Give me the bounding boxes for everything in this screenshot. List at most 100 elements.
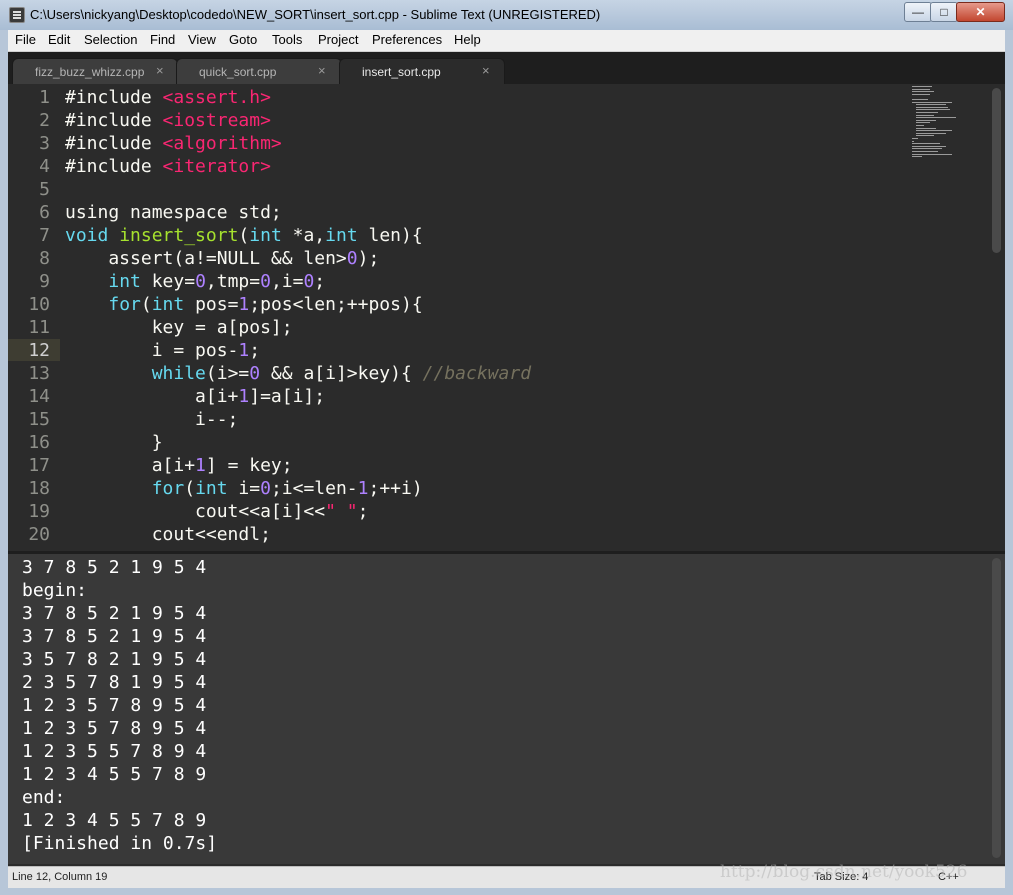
tab-bar: fizz_buzz_whizz.cpp × quick_sort.cpp × i…	[8, 52, 1005, 85]
tab-close-icon[interactable]: ×	[156, 63, 164, 78]
output-line: 3 7 8 5 2 1 9 5 4	[22, 603, 207, 624]
window-frame-left	[0, 30, 8, 888]
window-frame-bottom	[0, 888, 1013, 895]
window-title: C:\Users\nickyang\Desktop\codedo\NEW_SOR…	[30, 7, 601, 22]
output-scrollbar-thumb[interactable]	[992, 558, 1001, 858]
code-line: cout<<a[i]<<" ";	[65, 501, 369, 522]
minimap-line	[912, 88, 930, 90]
line-number: 8	[39, 248, 50, 269]
code-line: while(i>=0 && a[i]>key){ //backward	[151, 363, 532, 384]
minimap-line	[912, 145, 946, 147]
line-number: 7	[39, 225, 50, 246]
minimap-line	[912, 143, 940, 145]
line-number-current: 12	[28, 340, 50, 361]
output-line: begin:	[22, 580, 88, 601]
line-number: 10	[28, 294, 50, 315]
build-output-panel[interactable]: 3 7 8 5 2 1 9 5 4 begin: 3 7 8 5 2 1 9 5…	[8, 554, 1005, 864]
tab-label: quick_sort.cpp	[199, 65, 277, 79]
output-line: 3 7 8 5 2 1 9 5 4	[22, 626, 207, 647]
code-line: cout<<endl;	[65, 524, 271, 545]
code-line: a[i+1] = key;	[65, 455, 293, 476]
code-line: for(int i=0;i<=len-1;++i)	[151, 478, 423, 499]
line-number: 5	[39, 179, 50, 200]
minimap-line	[916, 135, 934, 137]
line-number: 13	[28, 363, 50, 384]
editor-scrollbar-thumb[interactable]	[992, 88, 1001, 253]
tab-close-icon[interactable]: ×	[318, 63, 326, 78]
minimap[interactable]	[912, 86, 974, 166]
minimap-line	[912, 91, 934, 93]
output-line: 1 2 3 5 7 8 9 5 4	[22, 695, 207, 716]
line-number: 20	[28, 524, 50, 545]
minimap-line	[916, 104, 946, 106]
minimap-line	[912, 93, 930, 95]
tab-insert-sort[interactable]: insert_sort.cpp ×	[339, 58, 505, 85]
menu-project[interactable]: Project	[318, 32, 358, 47]
maximize-button[interactable]: □	[930, 2, 958, 22]
menu-bar: File Edit Selection Find View Goto Tools…	[8, 30, 1005, 52]
output-line: end:	[22, 787, 66, 808]
tab-label: insert_sort.cpp	[362, 65, 441, 79]
output-line: 1 2 3 5 5 7 8 9 4	[22, 741, 207, 762]
menu-edit[interactable]: Edit	[48, 32, 70, 47]
minimap-line	[912, 151, 938, 152]
menu-find[interactable]: Find	[150, 32, 175, 47]
tab-fizz-buzz-whizz[interactable]: fizz_buzz_whizz.cpp ×	[12, 58, 178, 85]
line-number: 19	[28, 501, 50, 522]
window-frame-right	[1005, 30, 1013, 888]
cursor-position: Line 12, Column 19	[12, 871, 108, 883]
code-line: using namespace std;	[65, 202, 282, 223]
code-line: #include <assert.h>	[65, 87, 271, 108]
minimap-line	[916, 119, 936, 121]
minimap-line	[912, 138, 918, 139]
menu-preferences[interactable]: Preferences	[372, 32, 442, 47]
menu-tools[interactable]: Tools	[272, 32, 302, 47]
line-number: 18	[28, 478, 50, 499]
line-number: 11	[28, 317, 50, 338]
line-number: 14	[28, 386, 50, 407]
output-line: 3 5 7 8 2 1 9 5 4	[22, 649, 207, 670]
line-number: 1	[39, 87, 50, 108]
code-line: int key=0,tmp=0,i=0;	[108, 271, 326, 292]
line-number: 15	[28, 409, 50, 430]
minimap-line	[916, 114, 934, 116]
sublime-app-icon	[9, 7, 25, 23]
output-line: 2 3 5 7 8 1 9 5 4	[22, 672, 207, 693]
minimize-button[interactable]: —	[904, 2, 932, 22]
minimap-line	[912, 156, 922, 158]
minimap-line	[916, 132, 946, 134]
code-line: }	[65, 432, 163, 453]
code-line: i = pos-1;	[65, 340, 261, 361]
menu-selection[interactable]: Selection	[84, 32, 137, 47]
minimap-line	[916, 109, 950, 111]
tab-label: fizz_buzz_whizz.cpp	[35, 65, 145, 79]
line-number: 4	[39, 156, 50, 177]
minimap-line	[916, 125, 924, 126]
output-line: 1 2 3 5 7 8 9 5 4	[22, 718, 207, 739]
minimap-line	[912, 140, 914, 142]
line-number: 9	[39, 271, 50, 292]
minimap-line	[912, 101, 952, 103]
minimap-line	[912, 153, 952, 155]
minimap-line	[912, 86, 932, 87]
code-line: void insert_sort(int *a,int len){	[65, 225, 423, 246]
line-number: 17	[28, 455, 50, 476]
close-window-button[interactable]: ✕	[956, 2, 1005, 22]
menu-file[interactable]: File	[15, 32, 36, 47]
code-line: #include <iostream>	[65, 110, 271, 131]
output-line: 1 2 3 4 5 5 7 8 9	[22, 810, 207, 831]
title-bar[interactable]: C:\Users\nickyang\Desktop\codedo\NEW_SOR…	[0, 0, 1013, 31]
code-line: #include <iterator>	[65, 156, 271, 177]
minimap-line	[912, 99, 928, 100]
minimap-line	[916, 122, 930, 124]
menu-help[interactable]: Help	[454, 32, 481, 47]
minimap-line	[916, 117, 956, 119]
watermark: http://blog.csdn.net/yook526	[720, 862, 968, 882]
line-number: 6	[39, 202, 50, 223]
menu-view[interactable]: View	[188, 32, 216, 47]
tab-quick-sort[interactable]: quick_sort.cpp ×	[176, 58, 342, 85]
tab-close-icon[interactable]: ×	[482, 63, 490, 78]
menu-goto[interactable]: Goto	[229, 32, 257, 47]
code-line: a[i+1]=a[i];	[65, 386, 326, 407]
line-number: 2	[39, 110, 50, 131]
